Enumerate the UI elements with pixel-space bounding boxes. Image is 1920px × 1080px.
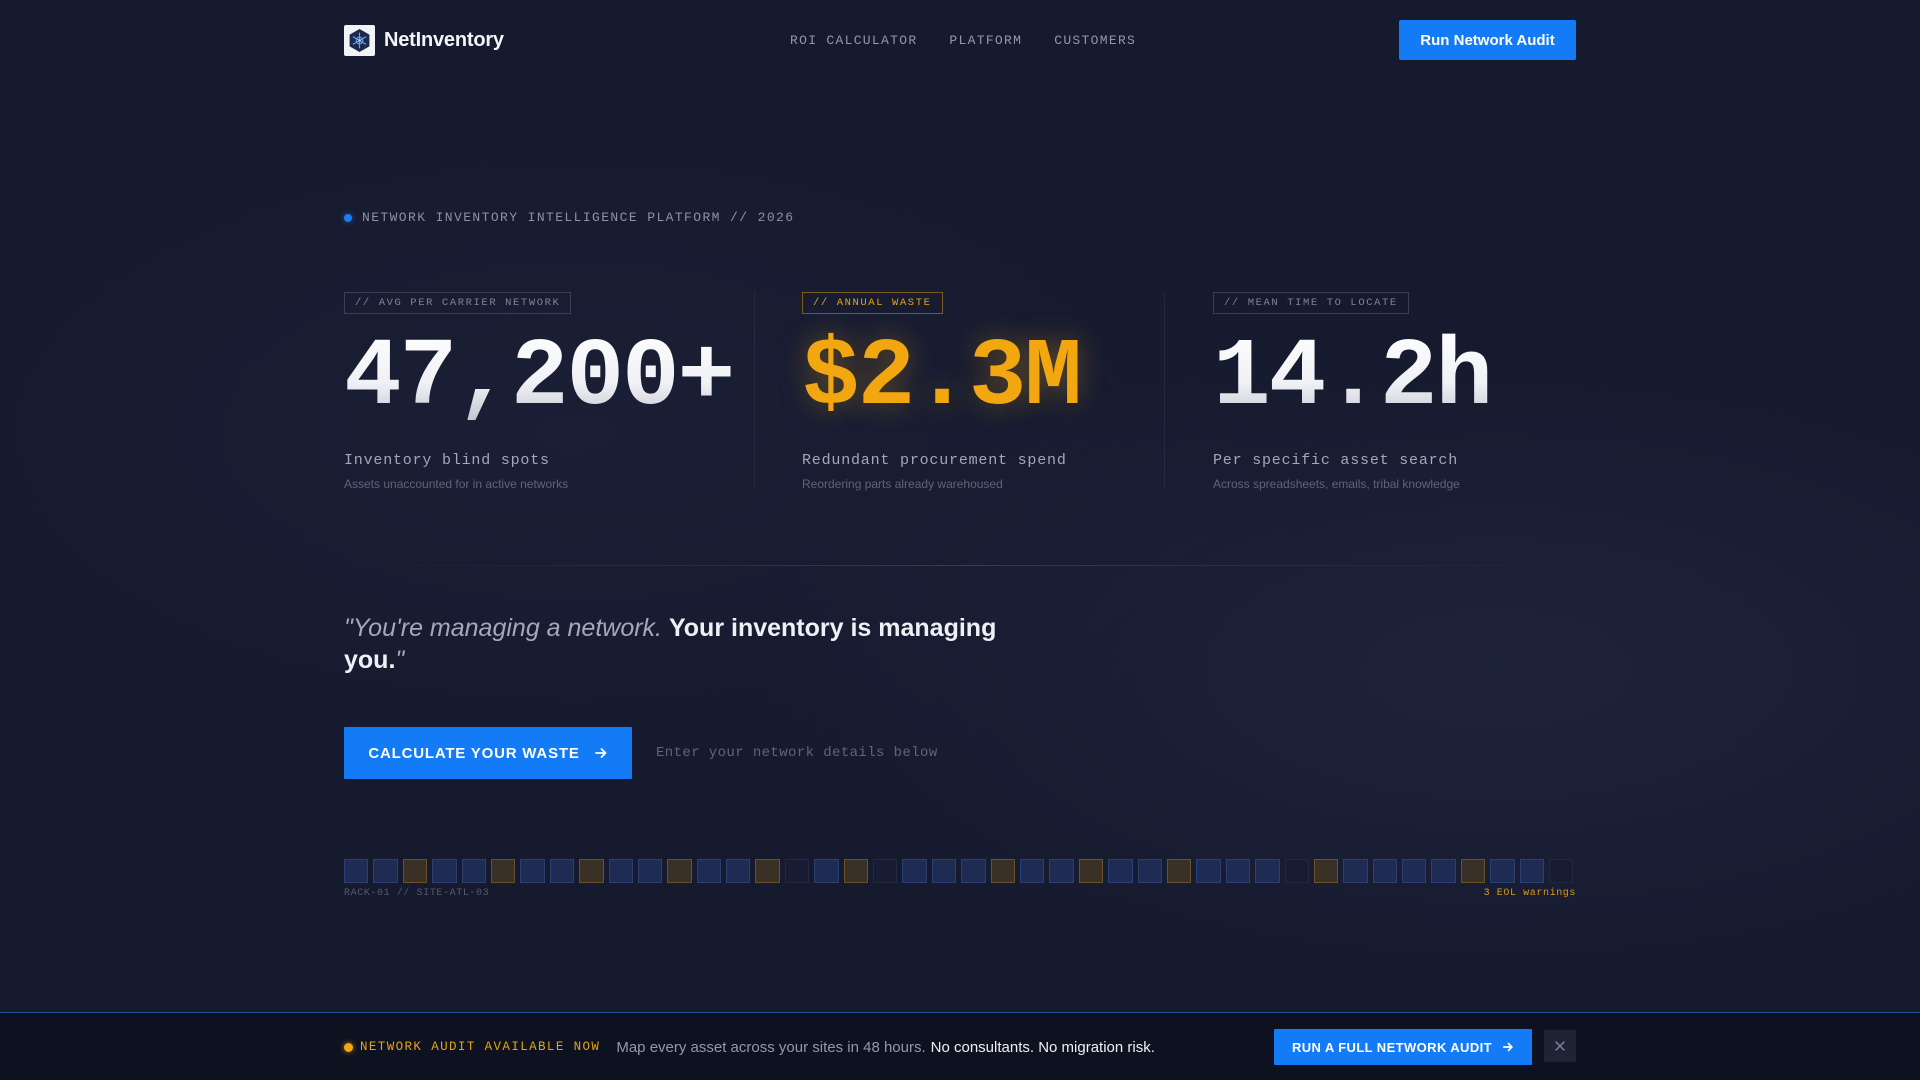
close-icon xyxy=(1555,1041,1565,1051)
stat-value: 14.2h xyxy=(1213,326,1573,430)
rack-cell-amber xyxy=(402,859,428,883)
rack-cell-amber xyxy=(667,859,692,883)
nav-platform[interactable]: PLATFORM xyxy=(949,33,1022,48)
calculate-waste-label: CALCULATE YOUR WASTE xyxy=(368,744,580,762)
stat-divider xyxy=(1164,292,1165,488)
cta-hint: Enter your network details below xyxy=(656,745,938,761)
stat-sub: Across spreadsheets, emails, tribal know… xyxy=(1213,477,1460,491)
rack-cell-blue xyxy=(1431,859,1456,883)
rack-cell-blue xyxy=(1255,859,1280,883)
rack-cell-amber xyxy=(490,859,516,883)
nav-roi-calculator[interactable]: ROI CALCULATOR xyxy=(790,33,917,48)
rack-cell-blue xyxy=(1519,859,1545,883)
brand-name: NetInventory xyxy=(384,28,504,51)
rack-label: RACK-01 // SITE-ATL-03 xyxy=(344,888,490,899)
nav-customers[interactable]: CUSTOMERS xyxy=(1054,33,1136,48)
stats-section: // AVG PER CARRIER NETWORK 47,200+ Inven… xyxy=(344,292,1576,492)
rack-cell-amber xyxy=(755,859,780,883)
brand[interactable]: NetInventory xyxy=(344,24,504,56)
status-dot-icon xyxy=(344,1042,353,1052)
rack-cell-amber xyxy=(1313,859,1339,883)
rack-cell-blue xyxy=(1225,859,1251,883)
stat-tag: // AVG PER CARRIER NETWORK xyxy=(344,292,572,314)
rack-meta: RACK-01 // SITE-ATL-03 3 EOL warnings xyxy=(344,888,1576,899)
rack-cell-blue xyxy=(432,859,457,883)
run-full-audit-button[interactable]: RUN A FULL NETWORK AUDIT xyxy=(1274,1029,1532,1065)
rack-cell-blue xyxy=(902,859,927,883)
rack-cell-blue xyxy=(696,859,722,883)
rack-cell-blue xyxy=(1402,859,1427,883)
stat-value: $2.3M xyxy=(802,323,1082,432)
status-dot-icon xyxy=(344,213,352,222)
announcement-message: Map every asset across your sites in 48 … xyxy=(616,1038,926,1056)
rack-cell-empty xyxy=(873,859,898,883)
arrow-right-icon xyxy=(594,748,607,758)
stat-label: Redundant procurement spend xyxy=(802,452,1067,469)
rack-cell-blue xyxy=(1490,859,1515,883)
stat-tag: // MEAN TIME TO LOCATE xyxy=(1213,292,1409,314)
logo-icon xyxy=(344,24,375,56)
rack-cell-amber xyxy=(579,859,604,883)
stat-sub: Assets unaccounted for in active network… xyxy=(344,477,569,491)
stat-label: Inventory blind spots xyxy=(344,452,550,469)
rack-cell-blue xyxy=(961,859,986,883)
rack-cell-amber xyxy=(990,859,1015,883)
stat-divider xyxy=(754,292,755,488)
eyebrow-text: NETWORK INVENTORY INTELLIGENCE PLATFORM … xyxy=(362,210,795,225)
rack-cell-blue xyxy=(1343,859,1368,883)
rack-cell-blue xyxy=(726,859,751,883)
site-header: NetInventory ROI CALCULATOR PLATFORM CUS… xyxy=(344,20,1576,60)
stat-annual-waste: // ANNUAL WASTE $2.3M Redundant procurem… xyxy=(802,292,1212,491)
rack-cell-blue xyxy=(461,859,486,883)
arrow-right-icon xyxy=(1502,1042,1513,1052)
hero-eyebrow: NETWORK INVENTORY INTELLIGENCE PLATFORM … xyxy=(344,210,794,225)
quote-close: " xyxy=(395,646,405,674)
announcement-bar-inner: NETWORK AUDIT AVAILABLE NOW Map every as… xyxy=(344,1013,1576,1080)
close-announcement-button[interactable] xyxy=(1544,1030,1576,1062)
rack-visualization xyxy=(344,859,1576,885)
calculate-waste-button[interactable]: CALCULATE YOUR WASTE xyxy=(344,727,632,779)
cta-row: CALCULATE YOUR WASTE Enter your network … xyxy=(344,727,938,779)
rack-cell-amber xyxy=(1078,859,1104,883)
stat-value: 47,200+ xyxy=(344,326,754,430)
rack-cell-blue xyxy=(1196,859,1221,883)
rack-cell-blue xyxy=(637,859,663,883)
rack-cell-blue xyxy=(520,859,545,883)
main-nav: ROI CALCULATOR PLATFORM CUSTOMERS xyxy=(790,20,1136,60)
section-divider xyxy=(344,565,1576,566)
rack-cell-amber xyxy=(1460,859,1486,883)
rack-cell-blue xyxy=(1019,859,1045,883)
announcement-tag: NETWORK AUDIT AVAILABLE NOW xyxy=(360,1040,601,1054)
quote-soft: "You're managing a network. xyxy=(344,614,663,642)
stat-label: Per specific asset search xyxy=(1213,452,1459,469)
rack-cell-amber xyxy=(1166,859,1192,883)
run-network-audit-button[interactable]: Run Network Audit xyxy=(1399,20,1576,60)
rack-cell-blue xyxy=(1049,859,1074,883)
rack-cell-blue xyxy=(608,859,633,883)
rack-cell-empty xyxy=(1549,859,1574,883)
rack-cell-blue xyxy=(931,859,957,883)
stat-tag: // ANNUAL WASTE xyxy=(802,292,943,314)
rack-cell-empty xyxy=(784,859,810,883)
announcement-message-strong: No consultants. No migration risk. xyxy=(930,1038,1155,1056)
rack-warning: 3 EOL warnings xyxy=(1483,888,1576,899)
announcement-bar: NETWORK AUDIT AVAILABLE NOW Map every as… xyxy=(0,1012,1920,1080)
rack-cell-blue xyxy=(344,859,369,883)
rack-cell-blue xyxy=(373,859,398,883)
run-full-audit-label: RUN A FULL NETWORK AUDIT xyxy=(1291,1039,1492,1055)
rack-cell-blue xyxy=(1108,859,1133,883)
stat-blind-spots: // AVG PER CARRIER NETWORK 47,200+ Inven… xyxy=(344,292,754,491)
rack-cell-blue xyxy=(814,859,839,883)
rack-cell-amber xyxy=(843,859,869,883)
hero-quote: "You're managing a network. Your invento… xyxy=(344,612,1024,676)
rack-cell-blue xyxy=(1372,859,1398,883)
stat-time-to-locate: // MEAN TIME TO LOCATE 14.2h Per specifi… xyxy=(1213,292,1573,491)
rack-cell-blue xyxy=(549,859,575,883)
rack-cell-blue xyxy=(1137,859,1162,883)
stat-sub: Reordering parts already warehoused xyxy=(802,477,1003,491)
rack-cell-empty xyxy=(1284,859,1309,883)
